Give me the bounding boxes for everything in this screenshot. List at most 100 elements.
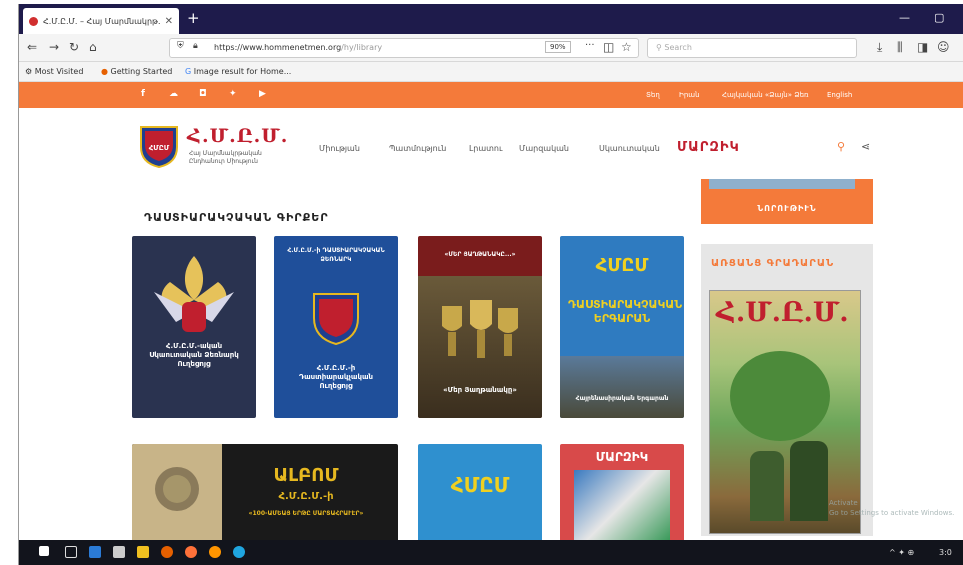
section-title: ԴԱՍՏԻԱՐԱԿՉԱԿԱՆ ԳԻՐՔԵՐ — [144, 211, 329, 224]
system-tray[interactable]: ^ ✦ ⊕ — [889, 548, 914, 557]
lang-link-2[interactable]: Իրան — [679, 91, 700, 99]
forward-icon[interactable]: → — [49, 40, 59, 54]
soundcloud-icon[interactable]: ☁ — [169, 89, 178, 99]
twitter-icon[interactable]: ✦ — [229, 89, 237, 99]
tab-title: Հ.Մ.Ը.Մ. – Հայ Մարմնակրթ… — [43, 16, 161, 26]
book-top-text: Հ.Մ.Ը.Մ.-ի ԴԱՍՏԻԱՐԱԿՉԱԿԱՆ ՁԵՌՆԱՐԿ — [287, 247, 385, 263]
hmem-shield-logo[interactable]: ՀՄԸՄ — [137, 123, 181, 169]
site-favicon-icon — [29, 16, 38, 26]
bookmark-star-icon[interactable]: ☆ — [621, 40, 632, 54]
news-button-label: ՆՈՐՈՒԹԻՒՆ — [757, 204, 817, 213]
book-card[interactable]: «ՄԵՐ ՅԱՂԹԱՆԱԿԸ...» «Մեր Յաղթանակը» — [418, 236, 542, 418]
back-icon[interactable]: ⇐ — [27, 40, 37, 54]
windows-activation-watermark: Activate Go to Settings to activate Wind… — [829, 499, 955, 517]
zoom-level[interactable]: 90% — [545, 41, 571, 53]
book-card[interactable]: ՄԱՐԶԻԿ — [560, 444, 684, 540]
home-icon[interactable]: ⌂ — [89, 40, 97, 54]
shield-icon[interactable]: ⛨ — [177, 41, 184, 51]
clock[interactable]: 3:0 — [939, 548, 952, 557]
book-card[interactable]: Հ.Մ.Ը.Մ.-ի ԴԱՍՏԻԱՐԱԿՉԱԿԱՆ ՁԵՌՆԱՐԿ Հ.Մ.Ը.… — [274, 236, 398, 418]
youtube-icon[interactable]: ▶ — [259, 89, 266, 99]
magazine-cover-collage — [574, 470, 670, 540]
album-title: ԱԼԲՈՄ — [273, 465, 339, 486]
news-button[interactable]: ՆՈՐՈՒԹԻՒՆ — [701, 179, 873, 224]
top-orange-bar: f ☁ ◘ ✦ ▶ Տեղ Իրան Հայկական «Ձայն» Ձեռ E… — [19, 82, 963, 108]
medal-icon — [155, 467, 199, 511]
online-library-title: ԱՌՑԱՆՑ ԳՐԱԴԱՐԱՆ — [711, 258, 835, 269]
account-icon[interactable]: ☺ — [937, 40, 950, 54]
bookmarks-toolbar: ⚙ Most Visited ● Getting Started G Image… — [19, 62, 963, 82]
maximize-icon[interactable]: ▢ — [934, 11, 944, 24]
windows-taskbar: ^ ✦ ⊕ 3:0 — [19, 540, 963, 565]
book-card[interactable]: ԱԼԲՈՄ Հ.Մ.Ը.Մ.-ի «100-ԱՄԵԱՅ ԵՐԹԸ ՄԱՐՏԱՀՐ… — [132, 444, 398, 540]
book-card[interactable]: Հ.Մ.Ը.Մ.-ական Սկաուտական Ձեռնարկ Ուղեցոյ… — [132, 236, 256, 418]
lock-icon[interactable]: 🔒︎ — [193, 41, 198, 51]
browser-window: Հ.Մ.Ը.Մ. – Հայ Մարմնակրթ… ✕ + — ▢ ⇐ → ↻ … — [18, 4, 963, 565]
svg-text:ՀՄԸՄ: ՀՄԸՄ — [149, 144, 170, 152]
menu-item-marzik[interactable]: ՄԱՐԶԻԿ — [677, 140, 740, 155]
book-logo-text: ՀՄԸՄ — [450, 473, 510, 497]
minimize-icon[interactable]: — — [899, 11, 910, 24]
lang-link-english[interactable]: English — [827, 91, 852, 99]
tab-bar: Հ.Մ.Ը.Մ. – Հայ Մարմնակրթ… ✕ + — ▢ — [19, 4, 963, 34]
search-input[interactable]: ⚲ Search — [647, 38, 857, 58]
book-top-text: «ՄԵՐ ՅԱՂԹԱՆԱԿԸ...» — [444, 251, 516, 258]
book-title: ՄԱՐԶԻԿ — [595, 450, 649, 464]
menu-item-1[interactable]: Միության — [319, 144, 360, 153]
magazine-scout-art — [790, 441, 828, 521]
bookmark-most-visited[interactable]: ⚙ Most Visited — [25, 67, 83, 76]
start-icon[interactable] — [39, 546, 49, 556]
menu-item-3[interactable]: Լրատու — [469, 144, 502, 153]
magazine-title: Հ.Մ.Ը.Մ. — [716, 297, 849, 328]
firefox-active-icon[interactable] — [209, 546, 221, 558]
store-icon[interactable] — [113, 546, 125, 558]
mountain-photo — [560, 356, 684, 418]
site-brand-title: Հ.Մ.Ը.Մ. — [187, 125, 289, 147]
file-explorer-icon[interactable] — [137, 546, 149, 558]
url-path: /hy/library — [341, 43, 383, 52]
book-logo-text: ՀՄԸՄ — [595, 255, 649, 276]
search-icon[interactable]: ⚲ — [837, 140, 845, 153]
browser-tab[interactable]: Հ.Մ.Ը.Մ. – Հայ Մարմնակրթ… ✕ — [23, 8, 179, 34]
album-subtitle: Հ.Մ.Ը.Մ.-ի — [278, 491, 334, 502]
search-placeholder: Search — [664, 43, 692, 52]
hmem-shield-icon — [313, 293, 359, 346]
menu-item-2[interactable]: Պատմություն — [389, 144, 446, 153]
book-card[interactable]: ՀՄԸՄ ԴԱՍՏԻԱՐԱԿՉԱԿԱՆ ԵՐԳԱՐԱՆ Հայրենասիրակ… — [560, 236, 684, 418]
firefox-icon[interactable] — [185, 546, 197, 558]
scout-emblem-icon — [154, 256, 234, 332]
new-tab-button[interactable]: + — [187, 10, 200, 26]
task-view-icon[interactable] — [65, 546, 77, 558]
edge-icon[interactable] — [233, 546, 245, 558]
lang-link-3[interactable]: Հայկական «Ձայն» Ձեռ — [722, 91, 809, 99]
reload-icon[interactable]: ↻ — [69, 40, 79, 54]
share-icon[interactable]: ⋖ — [861, 140, 870, 153]
app-icon[interactable] — [161, 546, 173, 558]
navigation-bar: ⇐ → ↻ ⌂ https://www.hommenetmen.org/hy/l… — [19, 34, 963, 62]
book-caption: «100-ԱՄԵԱՅ ԵՐԹԸ ՄԱՐՏԱՀՐԱՒԷՐ» — [248, 510, 364, 517]
trophy-icon — [442, 300, 518, 358]
online-library-panel: ԱՌՑԱՆՑ ԳՐԱԴԱՐԱՆ Հ.Մ.Ը.Մ. — [701, 244, 873, 536]
bookmark-image-result[interactable]: G Image result for Home... — [185, 67, 291, 76]
url-host: https://www.hommenetmen.org — [214, 43, 342, 52]
menu-item-4[interactable]: Մարզական — [519, 144, 569, 153]
more-icon[interactable]: ··· — [585, 40, 595, 51]
book-card[interactable]: ՀՄԸՄ — [418, 444, 542, 540]
menu-item-5[interactable]: Սկաուտական — [599, 144, 660, 153]
book-caption: Հայրենասիրական Երգարան — [575, 395, 669, 402]
magazine-scout-art — [750, 451, 784, 521]
close-tab-icon[interactable]: ✕ — [165, 16, 173, 27]
outlook-icon[interactable] — [89, 546, 101, 558]
lang-link-1[interactable]: Տեղ — [646, 91, 660, 99]
book-caption: Հ.Մ.Ը.Մ.-ի Դաստիարակչական Ուղեցոյց — [298, 364, 374, 390]
sidebar-icon[interactable]: ◨ — [917, 40, 928, 54]
library-icon[interactable]: ⫼ — [897, 40, 903, 55]
bookmark-getting-started[interactable]: ● Getting Started — [101, 67, 172, 76]
download-icon[interactable]: ⤓ — [877, 40, 882, 55]
facebook-icon[interactable]: f — [141, 89, 145, 99]
news-banner-image — [709, 179, 855, 189]
magazine-tree-art — [730, 351, 830, 441]
book-caption: Հ.Մ.Ը.Մ.-ական Սկաուտական Ձեռնարկ Ուղեցոյ… — [149, 342, 239, 368]
pocket-icon[interactable]: ◫ — [603, 40, 614, 54]
instagram-icon[interactable]: ◘ — [199, 89, 207, 99]
